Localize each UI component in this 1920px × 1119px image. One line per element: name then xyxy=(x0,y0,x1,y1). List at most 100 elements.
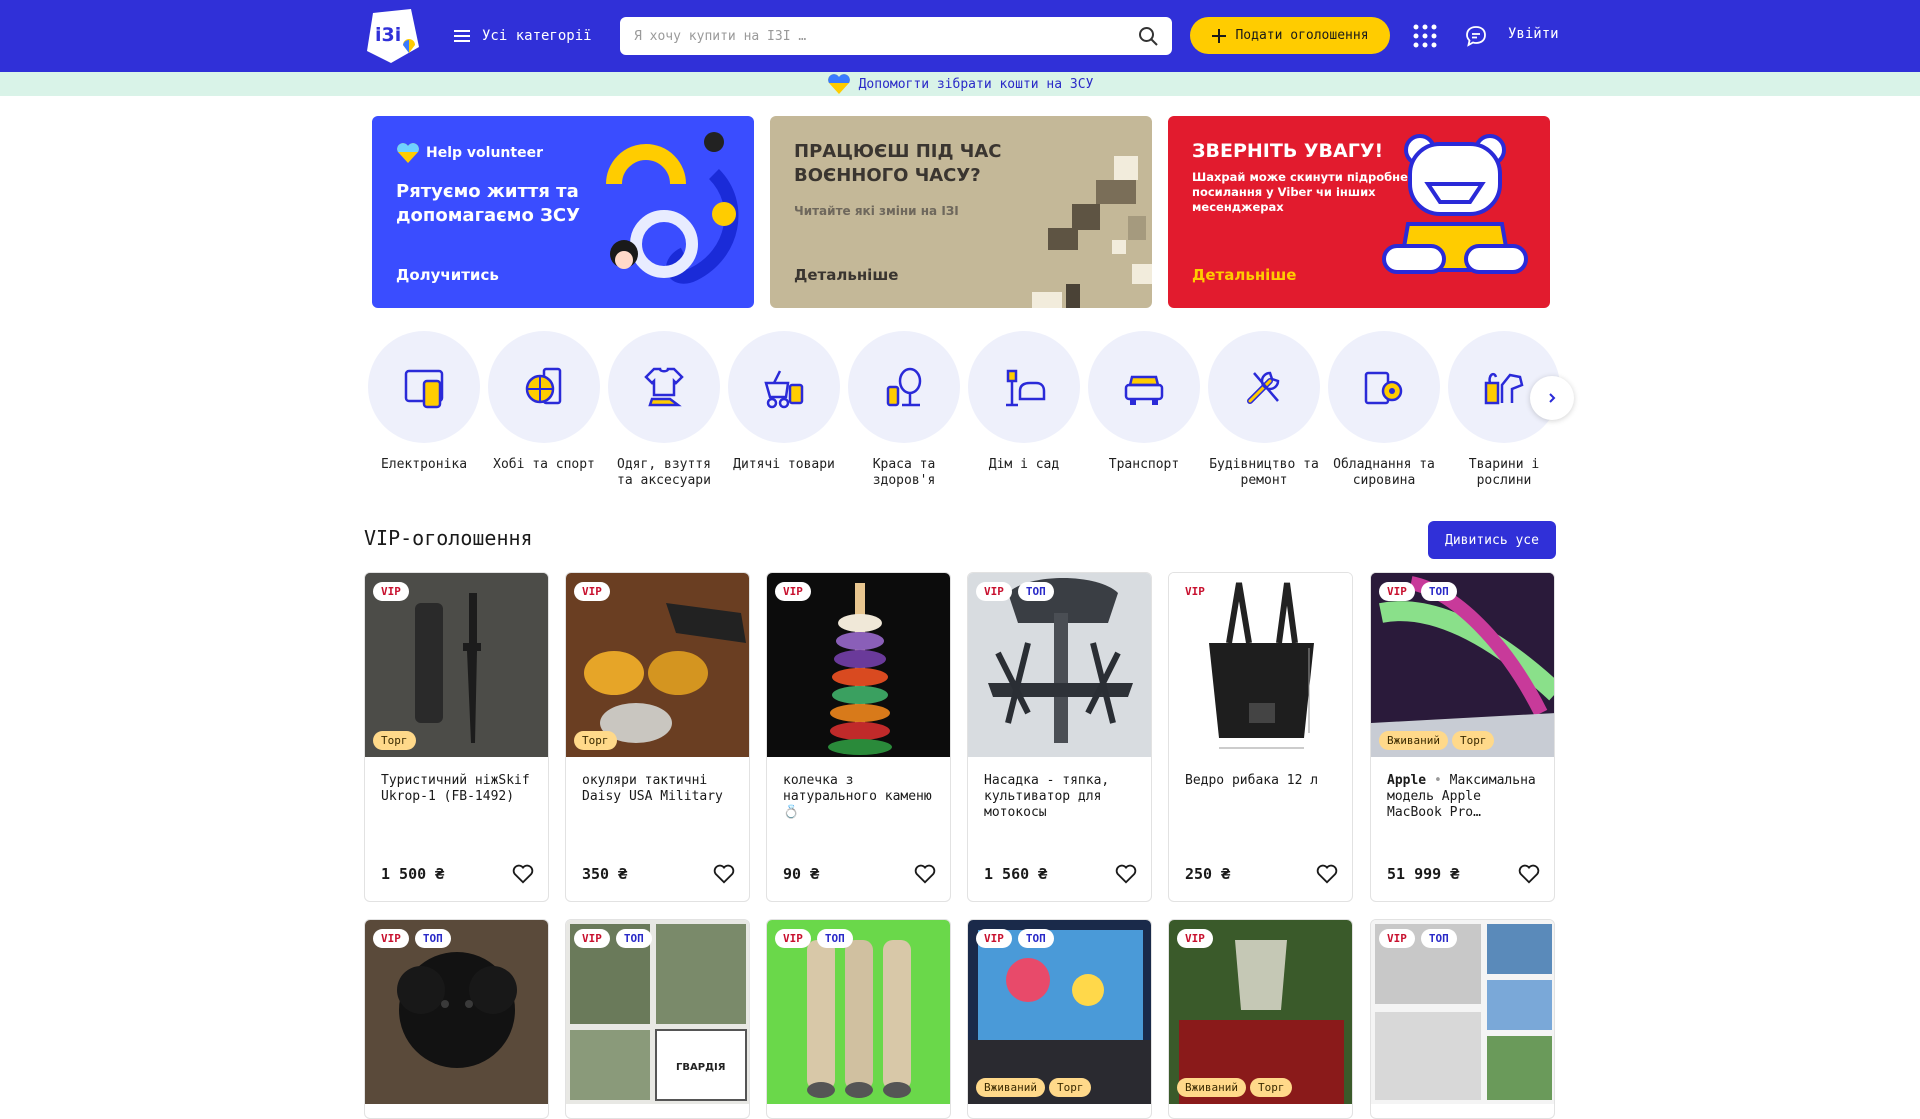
listing-card[interactable]: VIP ТОП xyxy=(766,919,951,1119)
promo-cta[interactable]: Детальніше xyxy=(794,266,898,284)
listing-price: 90 ₴ xyxy=(783,865,820,883)
category-clothing[interactable]: Одяг, взуття та аксесуари xyxy=(607,331,721,489)
listing-image: VIP ТОП xyxy=(1371,920,1554,1104)
favorite-heart-icon[interactable] xyxy=(914,863,936,885)
top-badge: ТОП xyxy=(1420,582,1457,601)
listing-card[interactable]: ГВАРДІЯ VIP ТОП xyxy=(565,919,750,1119)
heart-icon xyxy=(397,143,419,163)
chat-icon[interactable] xyxy=(1464,24,1488,48)
tablet-icon xyxy=(404,369,444,409)
category-electronics[interactable]: Електроніка xyxy=(367,331,481,473)
listing-card[interactable]: VIP ТОП Насадка - тяпка, культиватор для … xyxy=(967,572,1152,902)
promo-help-volunteer[interactable]: Help volunteer Рятуємо життя та допомага… xyxy=(372,116,754,308)
promo-subtitle: Шахрай може скинути підробне посилання у… xyxy=(1192,170,1408,214)
listing-image: VIP Торг xyxy=(566,573,749,757)
category-beauty[interactable]: Краса та здоров'я xyxy=(847,331,961,489)
listing-card[interactable]: VIP Вживаний Торг xyxy=(1168,919,1353,1119)
listing-title: Насадка - тяпка, культиватор для мотокос… xyxy=(984,773,1110,820)
listing-image: VIP xyxy=(1169,573,1352,757)
category-construction[interactable]: Будівництво та ремонт xyxy=(1207,331,1321,489)
search-icon[interactable] xyxy=(1138,26,1158,46)
stroller-icon xyxy=(764,370,804,409)
izi-logo[interactable]: i3i xyxy=(363,7,421,65)
favorite-heart-icon[interactable] xyxy=(1316,863,1338,885)
listing-price: 51 999 ₴ xyxy=(1387,865,1460,883)
bargain-badge: Торг xyxy=(373,731,416,750)
listing-card[interactable]: VIP ТОП Вживаний Торг Apple • Максимальна … xyxy=(1370,572,1555,902)
top-badge: ТОП xyxy=(615,929,652,948)
promo-wartime-work[interactable]: ПРАЦЮЄШ ПІД ЧАС ВОЄННОГО ЧАСУ? Читайте я… xyxy=(770,116,1152,308)
vip-badge: VIP xyxy=(373,582,409,601)
listing-image: VIP ТОП xyxy=(968,573,1151,757)
listing-card[interactable]: VIP ТОП xyxy=(1370,919,1555,1119)
bargain-badge: Торг xyxy=(574,731,617,750)
all-categories-button[interactable]: Усі категорії xyxy=(454,20,592,52)
search-bar xyxy=(620,17,1172,55)
listing-brand: Apple xyxy=(1387,773,1427,788)
chevron-right-icon xyxy=(1549,393,1556,403)
donate-banner[interactable]: Допомогти зібрати кошти на ЗСУ xyxy=(0,72,1920,96)
listing-title: колечка з натурального каменю💍 xyxy=(783,773,932,820)
favorite-heart-icon[interactable] xyxy=(713,863,735,885)
login-link[interactable]: Увійти xyxy=(1508,26,1559,42)
listing-price: 350 ₴ xyxy=(582,865,628,883)
vip-section-title: VIP-оголошення xyxy=(364,526,533,550)
category-transport[interactable]: Транспорт xyxy=(1087,331,1201,473)
vip-badge: VIP xyxy=(976,582,1012,601)
category-equipment[interactable]: Обладнання та сировина xyxy=(1327,331,1441,489)
category-hobby-sport[interactable]: Хобі та спорт xyxy=(487,331,601,473)
listing-price: 1 560 ₴ xyxy=(984,865,1048,883)
favorite-heart-icon[interactable] xyxy=(1115,863,1137,885)
listing-card[interactable]: VIP ТОП xyxy=(364,919,549,1119)
listing-title: Туристичний ніжSkif Ukrop-1 (FB-1492) xyxy=(381,773,530,804)
vip-badge: VIP xyxy=(775,929,811,948)
apps-grid-icon[interactable] xyxy=(1412,23,1438,49)
vip-see-all-button[interactable]: Дивитись усе xyxy=(1428,521,1556,559)
promo-badge-text: Help volunteer xyxy=(426,145,543,161)
top-badge: ТОП xyxy=(414,929,451,948)
help-volunteer-badge: Help volunteer xyxy=(396,142,543,164)
favorite-heart-icon[interactable] xyxy=(512,863,534,885)
used-badge: Вживаний xyxy=(1379,731,1448,750)
menu-icon xyxy=(454,30,470,42)
listing-image: VIP ТОП Вживаний Торг xyxy=(1371,573,1554,757)
plus-icon xyxy=(1212,28,1227,43)
categories-next-button[interactable] xyxy=(1530,376,1574,420)
tools-icon xyxy=(1247,371,1280,404)
category-label: Обладнання та сировина xyxy=(1333,457,1435,488)
post-ad-button[interactable]: Подати оголошення xyxy=(1190,17,1390,54)
listing-card[interactable]: VIP Торг Туристичний ніжSkif Ukrop-1 (FB… xyxy=(364,572,549,902)
vip-badge: VIP xyxy=(775,582,811,601)
listing-title: Apple • Максимальна модель Apple MacBook… xyxy=(1387,773,1536,820)
search-input[interactable] xyxy=(634,28,1138,44)
gear-icon xyxy=(1364,371,1403,405)
listing-title: Ведро рибака 12 л xyxy=(1185,773,1319,788)
listing-card[interactable]: VIP колечка з натурального каменю💍 90 ₴ xyxy=(766,572,951,902)
listing-card[interactable]: VIP Ведро рибака 12 л 250 ₴ xyxy=(1168,572,1353,902)
promo-cta[interactable]: Детальніше xyxy=(1192,266,1296,284)
promo-title: ЗВЕРНІТЬ УВАГУ! xyxy=(1192,140,1384,162)
volunteers-illustration xyxy=(606,132,739,284)
category-kids[interactable]: Дитячі товари xyxy=(727,331,841,473)
listing-image: VIP Вживаний Торг xyxy=(1169,920,1352,1104)
mirror-icon xyxy=(886,367,922,407)
top-header: i3i Усі категорії Подати оголошення Увій… xyxy=(0,0,1920,72)
promo-cta[interactable]: Долучитись xyxy=(396,266,499,284)
promo-fraud-warning[interactable]: ЗВЕРНІТЬ УВАГУ! Шахрай може скинути підр… xyxy=(1168,116,1550,308)
listing-title: окуляри тактичні Daisy USA Military xyxy=(582,773,723,804)
svg-text:ГВАРДІЯ: ГВАРДІЯ xyxy=(676,1062,725,1073)
category-home-garden[interactable]: Дім і сад xyxy=(967,331,1081,473)
all-categories-label: Усі категорії xyxy=(482,28,592,44)
listing-card[interactable]: VIP Торг окуляри тактичні Daisy USA Mili… xyxy=(565,572,750,902)
category-label: Одяг, взуття та аксесуари xyxy=(617,457,711,488)
listing-card[interactable]: VIP ТОП Вживаний Торг xyxy=(967,919,1152,1119)
promo-subtitle: Читайте які зміни на ІЗІ xyxy=(794,204,959,218)
vip-badge: VIP xyxy=(574,929,610,948)
promo-title: Рятуємо життя та допомагаємо ЗСУ xyxy=(396,181,581,226)
bargain-badge: Торг xyxy=(1249,1078,1293,1097)
vip-badge: VIP xyxy=(1177,582,1213,601)
favorite-heart-icon[interactable] xyxy=(1518,863,1540,885)
svg-text:i3i: i3i xyxy=(375,24,401,46)
fraud-bear-illustration xyxy=(1382,134,1528,274)
listing-image: VIP Торг xyxy=(365,573,548,757)
